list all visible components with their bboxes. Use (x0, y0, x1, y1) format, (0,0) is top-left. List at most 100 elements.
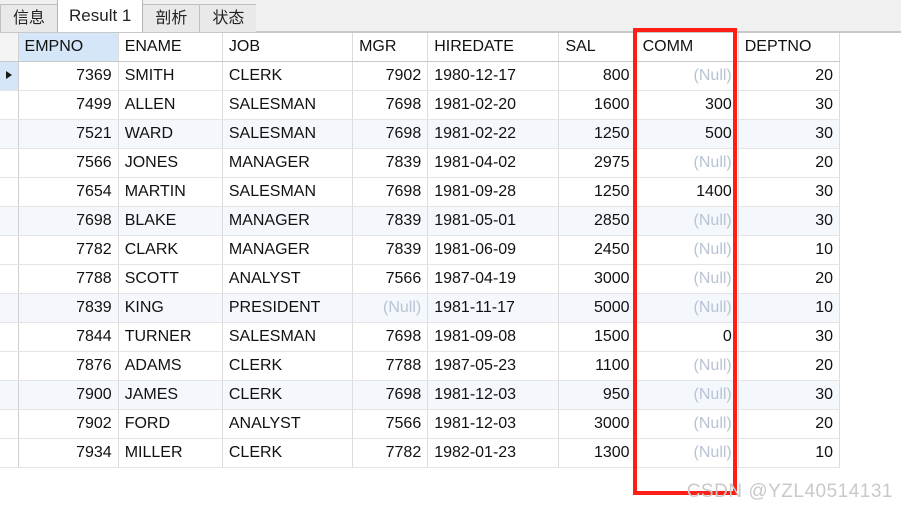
cell-sal[interactable]: 1600 (558, 90, 637, 120)
cell-empno[interactable]: 7839 (18, 293, 119, 323)
cell-ename[interactable]: TURNER (118, 322, 223, 352)
cell-hiredate[interactable]: 1981-12-03 (427, 380, 560, 410)
cell-empno[interactable]: 7934 (18, 438, 119, 468)
cell-mgr[interactable]: 7698 (352, 177, 429, 207)
column-header-ename[interactable]: ENAME (118, 33, 223, 62)
row-selector-cell[interactable] (0, 351, 19, 381)
cell-deptno[interactable]: 30 (738, 206, 841, 236)
tab-profile[interactable]: 剖析 (142, 4, 201, 32)
cell-sal[interactable]: 1500 (558, 322, 637, 352)
row-selector-cell[interactable] (0, 177, 19, 207)
cell-sal[interactable]: 2850 (558, 206, 637, 236)
cell-comm[interactable]: (Null) (636, 264, 739, 294)
cell-hiredate[interactable]: 1980-12-17 (427, 61, 560, 91)
cell-mgr[interactable]: 7566 (352, 264, 429, 294)
table-row[interactable]: 7934 MILLER CLERK 7782 1982-01-23 1300 (Null) 1… (0, 438, 841, 468)
cell-job[interactable]: CLERK (222, 438, 354, 468)
table-row[interactable]: 7900 JAMES CLERK 7698 1981-12-03 950 (Null) 30 (0, 380, 841, 410)
cell-ename[interactable]: KING (118, 293, 223, 323)
cell-empno[interactable]: 7902 (18, 409, 119, 439)
table-row[interactable]: 7566 JONES MANAGER 7839 1981-04-02 2975 (Null)… (0, 148, 841, 178)
table-row[interactable]: 7844 TURNER SALESMAN 7698 1981-09-08 1500 0 30 (0, 322, 841, 352)
table-row[interactable]: 7369 SMITH CLERK 7902 1980-12-17 800 (Null) 20 (0, 61, 841, 91)
cell-mgr[interactable]: 7698 (352, 90, 429, 120)
column-header-job[interactable]: JOB (222, 33, 354, 62)
cell-deptno[interactable]: 20 (738, 351, 841, 381)
cell-ename[interactable]: JAMES (118, 380, 223, 410)
cell-sal[interactable]: 950 (558, 380, 637, 410)
cell-mgr[interactable]: 7788 (352, 351, 429, 381)
table-row[interactable]: 7521 WARD SALESMAN 7698 1981-02-22 1250 500 30 (0, 119, 841, 149)
row-selector-cell[interactable] (0, 264, 19, 294)
cell-deptno[interactable]: 30 (738, 177, 841, 207)
cell-sal[interactable]: 1300 (558, 438, 637, 468)
cell-comm[interactable]: (Null) (636, 235, 739, 265)
cell-deptno[interactable]: 10 (738, 235, 841, 265)
cell-comm[interactable]: (Null) (636, 148, 739, 178)
row-selector-cell[interactable] (0, 148, 19, 178)
row-selector-cell[interactable] (0, 206, 19, 236)
cell-mgr[interactable]: 7902 (352, 61, 429, 91)
cell-empno[interactable]: 7900 (18, 380, 119, 410)
cell-comm[interactable]: 500 (636, 119, 739, 149)
cell-deptno[interactable]: 20 (738, 148, 841, 178)
cell-mgr[interactable]: 7839 (352, 235, 429, 265)
cell-ename[interactable]: FORD (118, 409, 223, 439)
cell-empno[interactable]: 7499 (18, 90, 119, 120)
cell-comm[interactable]: (Null) (636, 351, 739, 381)
cell-ename[interactable]: MILLER (118, 438, 223, 468)
cell-sal[interactable]: 2450 (558, 235, 637, 265)
cell-hiredate[interactable]: 1981-04-02 (427, 148, 560, 178)
cell-sal[interactable]: 2975 (558, 148, 637, 178)
cell-job[interactable]: MANAGER (222, 148, 354, 178)
column-header-mgr[interactable]: MGR (352, 33, 429, 62)
cell-comm[interactable]: (Null) (636, 206, 739, 236)
cell-ename[interactable]: WARD (118, 119, 223, 149)
table-row[interactable]: 7782 CLARK MANAGER 7839 1981-06-09 2450 (Null)… (0, 235, 841, 265)
cell-job[interactable]: CLERK (222, 380, 354, 410)
column-header-deptno[interactable]: DEPTNO (738, 33, 841, 62)
cell-deptno[interactable]: 30 (738, 322, 841, 352)
row-header-corner[interactable] (0, 33, 19, 62)
cell-hiredate[interactable]: 1981-12-03 (427, 409, 560, 439)
cell-job[interactable]: CLERK (222, 61, 354, 91)
cell-hiredate[interactable]: 1981-02-20 (427, 90, 560, 120)
row-selector-cell[interactable] (0, 90, 19, 120)
cell-hiredate[interactable]: 1987-05-23 (427, 351, 560, 381)
tab-status[interactable]: 状态 (199, 4, 258, 32)
row-selector-cell[interactable] (0, 380, 19, 410)
cell-comm[interactable]: (Null) (636, 409, 739, 439)
cell-job[interactable]: ANALYST (222, 409, 354, 439)
row-selector-cell[interactable] (0, 61, 19, 91)
cell-ename[interactable]: SMITH (118, 61, 223, 91)
cell-deptno[interactable]: 30 (738, 380, 841, 410)
cell-mgr[interactable]: (Null) (352, 293, 429, 323)
cell-empno[interactable]: 7782 (18, 235, 119, 265)
cell-sal[interactable]: 5000 (558, 293, 637, 323)
cell-ename[interactable]: BLAKE (118, 206, 223, 236)
cell-ename[interactable]: SCOTT (118, 264, 223, 294)
cell-empno[interactable]: 7369 (18, 61, 119, 91)
cell-mgr[interactable]: 7782 (352, 438, 429, 468)
tab-result-1[interactable]: Result 1 (57, 0, 144, 32)
cell-job[interactable]: ANALYST (222, 264, 354, 294)
cell-deptno[interactable]: 20 (738, 61, 841, 91)
table-row[interactable]: 7788 SCOTT ANALYST 7566 1987-04-19 3000 (Null)… (0, 264, 841, 294)
cell-sal[interactable]: 800 (558, 61, 637, 91)
column-header-hiredate[interactable]: HIREDATE (427, 33, 560, 62)
cell-sal[interactable]: 3000 (558, 409, 637, 439)
cell-mgr[interactable]: 7698 (352, 119, 429, 149)
cell-ename[interactable]: MARTIN (118, 177, 223, 207)
cell-job[interactable]: PRESIDENT (222, 293, 354, 323)
cell-empno[interactable]: 7876 (18, 351, 119, 381)
cell-deptno[interactable]: 20 (738, 264, 841, 294)
table-row[interactable]: 7499 ALLEN SALESMAN 7698 1981-02-20 1600 300 30 (0, 90, 841, 120)
cell-mgr[interactable]: 7566 (352, 409, 429, 439)
table-row[interactable]: 7654 MARTIN SALESMAN 7698 1981-09-28 1250 1400… (0, 177, 841, 207)
cell-deptno[interactable]: 30 (738, 90, 841, 120)
cell-ename[interactable]: ADAMS (118, 351, 223, 381)
cell-empno[interactable]: 7566 (18, 148, 119, 178)
cell-deptno[interactable]: 10 (738, 438, 841, 468)
cell-sal[interactable]: 1100 (558, 351, 637, 381)
cell-ename[interactable]: ALLEN (118, 90, 223, 120)
